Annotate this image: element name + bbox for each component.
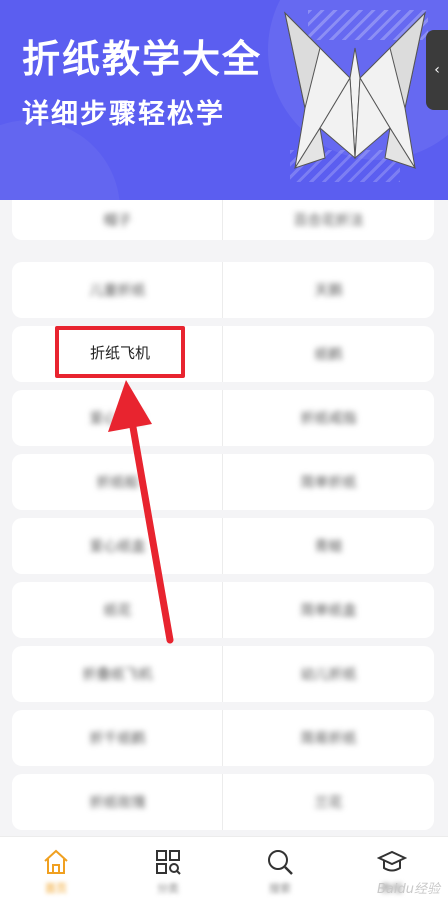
category-item[interactable]: 简易折纸: [223, 710, 434, 766]
category-row: 爱心折法 折纸戒指: [12, 390, 434, 446]
category-item[interactable]: 折叠纸飞机: [12, 646, 223, 702]
search-icon: [268, 850, 293, 875]
category-label: 儿童折纸: [89, 283, 146, 299]
category-label: 纸鹤: [314, 347, 343, 363]
category-item[interactable]: 帽子: [12, 200, 223, 240]
category-item[interactable]: 幼儿折纸: [223, 646, 434, 702]
category-row: 纸花 简单纸盒: [12, 582, 434, 638]
category-label: 简单折纸: [300, 475, 357, 491]
category-label: 爱心折法: [89, 411, 146, 427]
category-row: 爱心纸盒 青蛙: [12, 518, 434, 574]
category-label: 青蛙: [314, 539, 343, 555]
category-label: 简易折纸: [300, 731, 357, 747]
banner-decoration: [0, 120, 120, 200]
category-label: 简单纸盒: [300, 603, 357, 619]
category-item[interactable]: 折千纸鹤: [12, 710, 223, 766]
banner-title: 折纸教学大全: [22, 37, 263, 81]
category-label: 爱心纸盒: [89, 539, 146, 555]
category-label: 帽子: [103, 213, 132, 229]
category-label: 折纸戒指: [300, 411, 357, 427]
category-item[interactable]: 百合花折法: [223, 200, 434, 240]
highlight-box: [55, 326, 185, 378]
grid-icon: [156, 850, 181, 875]
category-item[interactable]: 折纸船: [12, 454, 223, 510]
category-label: 天鹅: [314, 283, 343, 299]
category-item[interactable]: 爱心纸盒: [12, 518, 223, 574]
category-item[interactable]: 简单折纸: [223, 454, 434, 510]
tab-label: 搜索: [269, 882, 291, 895]
watermark: Baidu经验: [377, 882, 440, 897]
category-item[interactable]: 纸鹤: [223, 326, 434, 382]
chevron-left-icon: ‹: [434, 62, 440, 78]
category-row: 折千纸鹤 简易折纸: [12, 710, 434, 766]
graduation-cap-icon: [377, 850, 407, 872]
origami-butterfly-image: [284, 11, 426, 169]
tab-label: 首页: [45, 882, 67, 895]
category-label: 百合花折法: [293, 213, 364, 229]
side-collapse-tab[interactable]: ‹: [426, 30, 448, 110]
tab-category[interactable]: 分类: [112, 837, 224, 906]
category-item[interactable]: 天鹅: [223, 262, 434, 318]
category-item[interactable]: 简单纸盒: [223, 582, 434, 638]
category-item[interactable]: 儿童折纸: [12, 262, 223, 318]
banner-carousel[interactable]: 折纸教学大全 详细步骤轻松学 ‹: [0, 0, 448, 200]
category-item[interactable]: 折纸玫瑰: [12, 774, 223, 830]
category-row: 折纸玫瑰 兰花: [12, 774, 434, 830]
tab-home[interactable]: 首页: [0, 837, 112, 906]
category-label: 纸花: [103, 603, 132, 619]
category-item[interactable]: 折纸戒指: [223, 390, 434, 446]
tab-label: 分类: [157, 882, 179, 895]
category-row: 帽子 百合花折法: [12, 200, 434, 240]
category-item[interactable]: 爱心折法: [12, 390, 223, 446]
tab-search[interactable]: 搜索: [224, 837, 336, 906]
category-row: 折叠纸飞机 幼儿折纸: [12, 646, 434, 702]
category-label: 兰花: [314, 795, 343, 811]
banner-subtitle: 详细步骤轻松学: [22, 99, 225, 130]
category-item[interactable]: 兰花: [223, 774, 434, 830]
home-icon: [44, 849, 68, 874]
category-item[interactable]: 纸花: [12, 582, 223, 638]
category-label: 幼儿折纸: [300, 667, 357, 683]
category-row: 折纸船 简单折纸: [12, 454, 434, 510]
category-label: 折纸船: [96, 475, 139, 491]
category-item[interactable]: 青蛙: [223, 518, 434, 574]
category-label: 折千纸鹤: [89, 731, 146, 747]
category-row: 儿童折纸 天鹅: [12, 262, 434, 318]
category-label: 折纸玫瑰: [89, 795, 146, 811]
category-label: 折叠纸飞机: [82, 667, 153, 683]
